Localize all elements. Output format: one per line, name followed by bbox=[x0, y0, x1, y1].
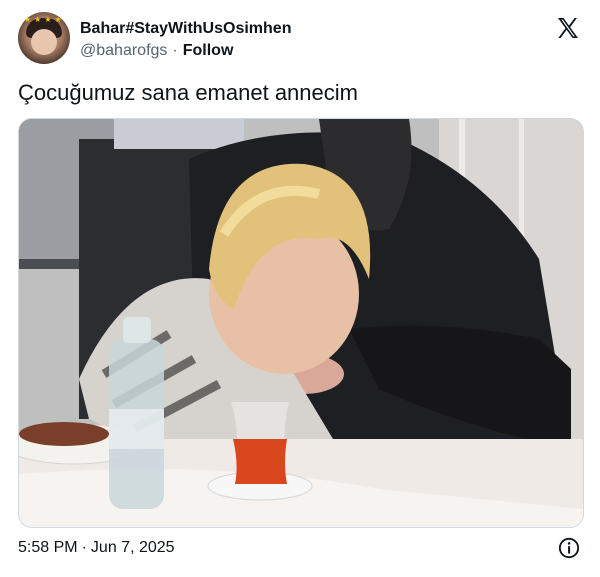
tweet-time: 5:58 PM bbox=[18, 539, 78, 556]
avatar[interactable]: ★★★★ bbox=[18, 12, 70, 64]
separator-dot: · bbox=[172, 42, 178, 59]
tweet-text: Çocuğumuz sana emanet annecim bbox=[18, 80, 358, 105]
timestamp[interactable]: 5:58 PM · Jun 7, 2025 bbox=[18, 539, 175, 557]
info-icon[interactable] bbox=[558, 537, 580, 559]
x-logo-icon[interactable] bbox=[556, 16, 580, 40]
tweet-footer: 5:58 PM · Jun 7, 2025 bbox=[18, 537, 582, 561]
separator-dot: · bbox=[81, 539, 87, 556]
tweet-header: ★★★★ Bahar#StayWithUsOsimhen @baharofgs ·… bbox=[18, 12, 582, 68]
follow-button[interactable]: Follow bbox=[183, 42, 234, 59]
tweet-date: Jun 7, 2025 bbox=[90, 539, 175, 556]
display-name[interactable]: Bahar#StayWithUsOsimhen bbox=[80, 20, 291, 38]
handle-row: @baharofgs · Follow bbox=[80, 42, 233, 60]
tweet-media-photo[interactable] bbox=[18, 118, 584, 528]
user-handle[interactable]: @baharofgs bbox=[80, 42, 167, 59]
